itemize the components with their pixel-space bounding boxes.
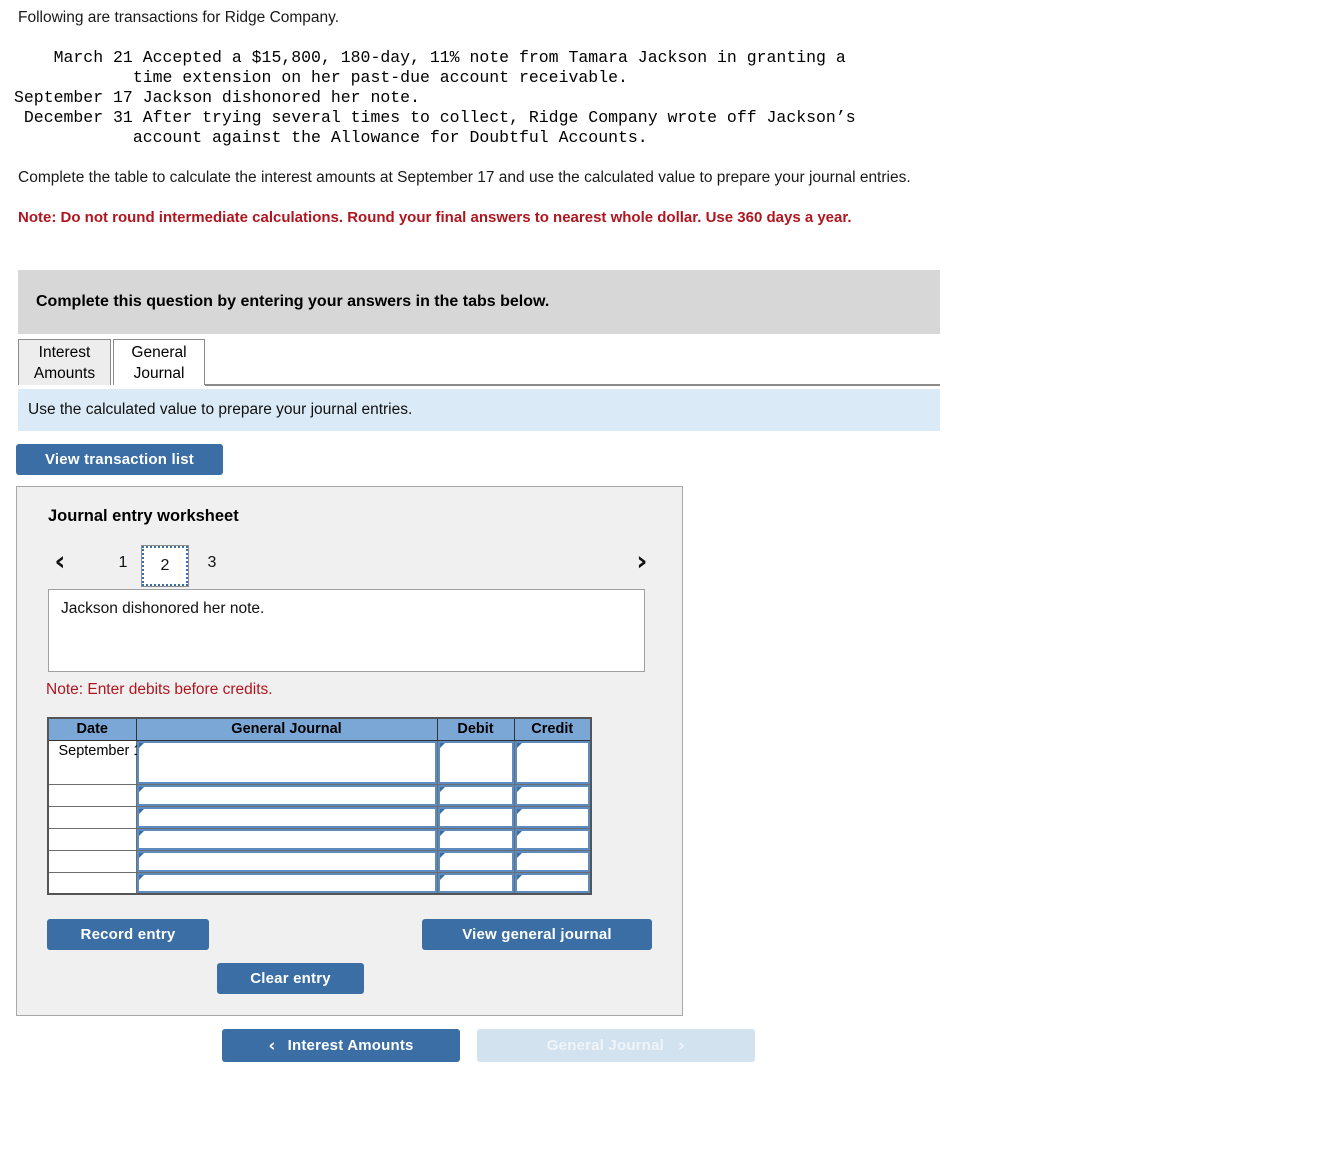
debit-cell[interactable] (436, 739, 515, 785)
next-tab-general-journal-button: General Journal › (477, 1029, 755, 1062)
credit-cell[interactable] (513, 805, 592, 829)
date-cell[interactable] (47, 827, 137, 851)
debits-before-credits-note: Note: Enter debits before credits. (46, 681, 273, 698)
table-row (47, 827, 592, 851)
tabstrip: Interest Amounts General Journal (18, 339, 940, 387)
journal-entry-worksheet-panel: Journal entry worksheet ‹ 1 2 3 › Jackso… (16, 486, 683, 1016)
tab-interest-amounts-line1: Interest (38, 344, 91, 361)
credit-cell[interactable] (513, 783, 592, 807)
general-journal-cell[interactable] (135, 849, 438, 873)
general-journal-input[interactable] (136, 806, 437, 828)
tab-general-journal-line1: General (131, 344, 187, 361)
date-cell[interactable] (47, 849, 137, 873)
debit-input[interactable] (437, 740, 514, 784)
credit-cell[interactable] (513, 871, 592, 895)
intro-lead-text: Following are transactions for Ridge Com… (18, 9, 340, 26)
general-journal-input[interactable] (136, 784, 437, 806)
column-header-date: Date (47, 717, 137, 741)
general-journal-input[interactable] (136, 850, 437, 872)
question-banner: Complete this question by entering your … (18, 270, 940, 334)
table-row: September 17 (47, 739, 592, 785)
table-row (47, 783, 592, 807)
general-journal-cell[interactable] (135, 827, 438, 851)
credit-input[interactable] (514, 828, 590, 850)
general-journal-input[interactable] (136, 828, 437, 850)
prev-tab-interest-amounts-button[interactable]: ‹ Interest Amounts (222, 1029, 460, 1062)
general-journal-cell[interactable] (135, 739, 438, 785)
general-journal-input[interactable] (136, 872, 437, 893)
entry-description-box: Jackson dishonored her note. (48, 589, 645, 672)
credit-cell[interactable] (513, 739, 592, 785)
debit-input[interactable] (437, 806, 514, 828)
clear-entry-button[interactable]: Clear entry (217, 963, 364, 994)
date-cell[interactable] (47, 783, 137, 807)
debit-cell[interactable] (436, 827, 515, 851)
credit-input[interactable] (514, 806, 590, 828)
table-row (47, 849, 592, 873)
debit-cell[interactable] (436, 871, 515, 895)
column-header-debit: Debit (436, 717, 515, 741)
debit-input[interactable] (437, 784, 514, 806)
general-journal-cell[interactable] (135, 805, 438, 829)
rounding-note-text: Note: Do not round intermediate calculat… (18, 209, 852, 226)
credit-input[interactable] (514, 850, 590, 872)
date-cell[interactable]: September 17 (47, 739, 150, 785)
record-entry-button[interactable]: Record entry (47, 919, 209, 950)
debit-input[interactable] (437, 872, 514, 893)
tab-general-journal-line2: Journal (133, 365, 185, 382)
credit-cell[interactable] (513, 849, 592, 873)
debit-cell[interactable] (436, 849, 515, 873)
credit-cell[interactable] (513, 827, 592, 851)
chevron-left-icon: ‹ (268, 1035, 276, 1056)
next-tab-label: General Journal (546, 1037, 664, 1054)
credit-input[interactable] (514, 784, 590, 806)
worksheet-page-3[interactable]: 3 (199, 545, 225, 581)
general-journal-cell[interactable] (135, 871, 438, 895)
table-row (47, 805, 592, 829)
chevron-right-icon[interactable]: › (629, 545, 655, 581)
debit-cell[interactable] (436, 783, 515, 807)
column-header-general-journal: General Journal (135, 717, 438, 741)
table-row (47, 871, 592, 895)
date-cell[interactable] (47, 805, 137, 829)
question-banner-text: Complete this question by entering your … (36, 293, 550, 310)
general-journal-input[interactable] (136, 740, 437, 784)
chevron-left-icon[interactable]: ‹ (47, 545, 73, 581)
debit-input[interactable] (437, 850, 514, 872)
prev-tab-label: Interest Amounts (287, 1037, 414, 1054)
instruction-text: Complete the table to calculate the inte… (18, 169, 911, 186)
transactions-block: March 21 Accepted a $15,800, 180-day, 11… (14, 48, 856, 147)
worksheet-title: Journal entry worksheet (48, 507, 239, 525)
tab-general-journal[interactable]: General Journal (113, 339, 205, 385)
info-strip: Use the calculated value to prepare your… (18, 389, 940, 431)
general-journal-table: Date General Journal Debit Credit Septem… (47, 717, 592, 895)
view-transaction-list-button[interactable]: View transaction list (16, 444, 223, 475)
table-header-row: Date General Journal Debit Credit (47, 717, 592, 741)
date-cell[interactable] (47, 871, 137, 895)
general-journal-cell[interactable] (135, 783, 438, 807)
credit-input[interactable] (514, 740, 590, 784)
entry-description-text: Jackson dishonored her note. (61, 600, 265, 617)
info-strip-text: Use the calculated value to prepare your… (28, 401, 413, 418)
tab-interest-amounts[interactable]: Interest Amounts (18, 339, 111, 385)
debit-input[interactable] (437, 828, 514, 850)
tab-interest-amounts-line2: Amounts (33, 365, 96, 382)
chevron-right-icon: › (678, 1035, 686, 1056)
worksheet-pager: ‹ 1 2 3 › (47, 545, 655, 587)
credit-input[interactable] (514, 872, 590, 893)
column-header-credit: Credit (513, 717, 592, 741)
debit-cell[interactable] (436, 805, 515, 829)
tabstrip-divider (205, 384, 940, 386)
view-general-journal-button[interactable]: View general journal (422, 919, 652, 950)
worksheet-page-2-selected[interactable]: 2 (141, 545, 189, 587)
worksheet-page-1[interactable]: 1 (110, 545, 136, 581)
